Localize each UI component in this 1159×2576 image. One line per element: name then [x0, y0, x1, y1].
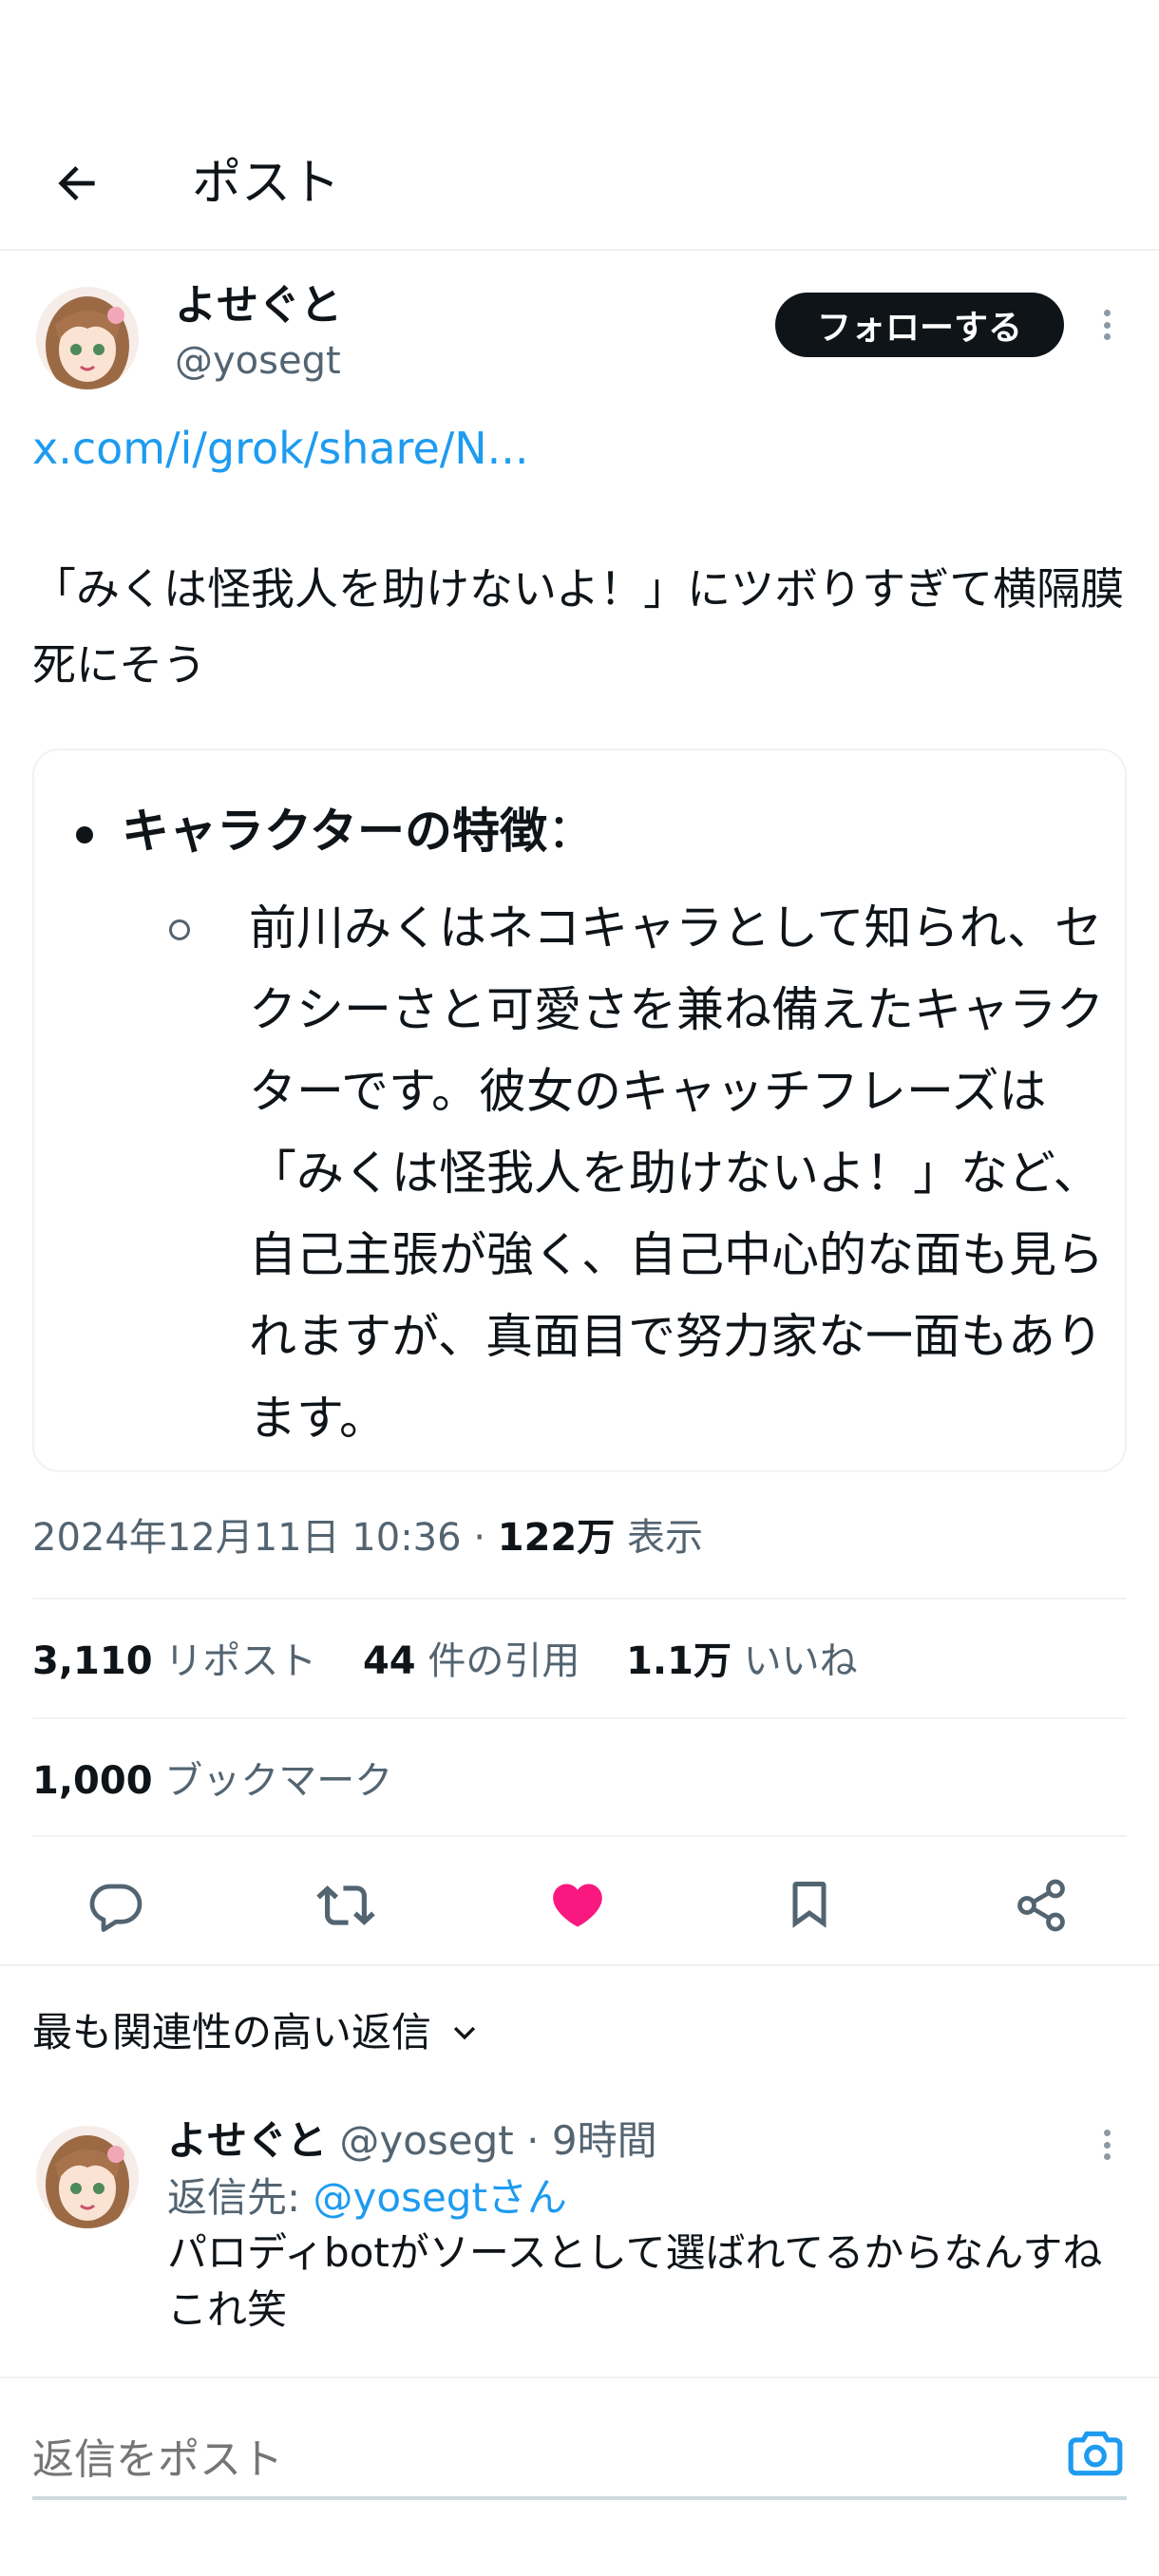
- compose-underline: [32, 2496, 1127, 2500]
- top-bar: ポスト: [0, 114, 1159, 251]
- reply-text: パロディbotがソースとして選ばれてるからなんすねこれ笑: [167, 2229, 1103, 2333]
- bookmarks-stat: 1,000 ブックマーク: [32, 1750, 392, 1812]
- chevron-down-icon: [453, 2026, 476, 2040]
- views-count: 122万: [497, 1516, 616, 1560]
- reply-sort-dropdown[interactable]: 最も関連性の高い返信: [32, 2002, 481, 2063]
- post-timestamp[interactable]: 2024年12月11日 10:36: [32, 1516, 462, 1560]
- page-title: ポスト: [192, 155, 341, 212]
- reply-to: 返信先: @yosegtさん: [167, 2168, 567, 2228]
- card-bullet-title: キャラクターの特徴: [122, 804, 547, 859]
- card-bullet: キャラクターの特徴：: [76, 788, 595, 874]
- divider: [32, 1835, 1127, 1837]
- avatar[interactable]: [36, 287, 139, 389]
- likes-stat[interactable]: 1.1万 いいね: [626, 1639, 858, 1683]
- reply-time: · 9時間: [526, 2117, 657, 2164]
- reply-avatar[interactable]: [36, 2126, 139, 2228]
- engagement-stats: 3,110 リポスト 44 件の引用 1.1万 いいね: [32, 1630, 858, 1693]
- author-handle[interactable]: @yosegt: [175, 334, 341, 388]
- reply-more-options-icon[interactable]: [1092, 2126, 1121, 2164]
- post-meta: 2024年12月11日 10:36 · 122万 表示: [32, 1506, 703, 1569]
- author-name[interactable]: よせぐと: [175, 277, 342, 334]
- bullet-dot-icon: [76, 825, 93, 843]
- follow-button[interactable]: フォローする: [775, 293, 1064, 357]
- camera-icon[interactable]: [1062, 2420, 1129, 2487]
- post-text: 「みくは怪我人を助けないよ！」にツボりすぎて横隔膜死にそう: [32, 563, 1125, 691]
- grok-share-card[interactable]: キャラクターの特徴： 前川みくはネコキャラとして知られ、セクシーさと可愛さを兼ね…: [32, 748, 1127, 1472]
- bookmark-icon[interactable]: [771, 1867, 847, 1943]
- reply-sort-label: 最も関連性の高い返信: [32, 2009, 432, 2055]
- more-options-icon[interactable]: [1092, 306, 1121, 344]
- card-sub-bullet: 前川みくはネコキャラとして知られ、セクシーさと可愛さを兼ね備えたキャラクターです…: [169, 887, 1123, 1459]
- compose-divider: [0, 2377, 1159, 2378]
- reply-author-name[interactable]: よせぐと: [167, 2117, 327, 2164]
- card-sub-text: 前川みくはネコキャラとして知られ、セクシーさと可愛さを兼ね備えたキャラクターです…: [249, 900, 1104, 1446]
- views-label: 表示: [626, 1516, 703, 1560]
- heart-filled-icon[interactable]: [540, 1867, 616, 1943]
- bullet-circle-icon: [169, 919, 190, 940]
- bookmarks-label: ブックマーク: [164, 1759, 393, 1803]
- share-icon[interactable]: [1003, 1867, 1079, 1943]
- reply-compose-input[interactable]: [32, 2422, 1127, 2498]
- section-divider: [0, 1964, 1159, 1966]
- repost-icon[interactable]: [308, 1867, 384, 1943]
- divider: [32, 1598, 1127, 1600]
- card-bullet-colon: ：: [547, 804, 595, 859]
- reply-to-mention[interactable]: @yosegtさん: [314, 2174, 567, 2221]
- divider: [32, 1717, 1127, 1719]
- comment-icon[interactable]: [78, 1867, 154, 1943]
- post-link[interactable]: x.com/i/grok/share/N...: [32, 418, 529, 479]
- back-arrow-icon[interactable]: [44, 150, 110, 217]
- bookmarks-count: 1,000: [32, 1759, 153, 1803]
- quotes-stat[interactable]: 44 件の引用: [363, 1639, 580, 1683]
- reply-author-handle[interactable]: @yosegt: [339, 2117, 513, 2164]
- reply-to-prefix: 返信先:: [167, 2174, 314, 2221]
- reply-header: よせぐと @yosegt · 9時間: [167, 2111, 657, 2171]
- reposts-stat[interactable]: 3,110 リポスト: [32, 1639, 316, 1683]
- meta-separator: ·: [473, 1516, 498, 1560]
